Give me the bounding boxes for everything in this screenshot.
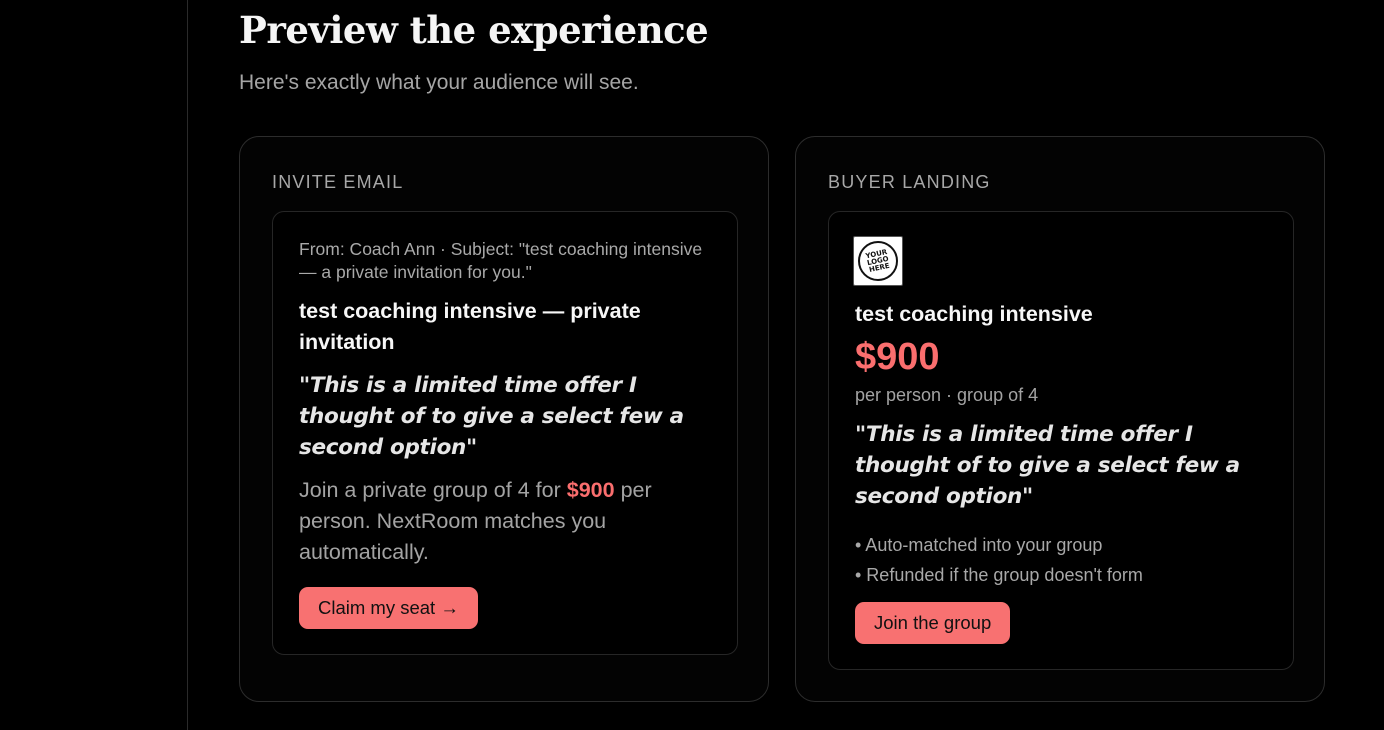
list-item: • Auto-matched into your group — [855, 535, 1103, 555]
buyer-landing-panel: BUYER LANDING YOUR LOGO HERE test coachi… — [795, 136, 1325, 702]
invite-email-heading: INVITE EMAIL — [272, 172, 404, 192]
landing-price-subtext: per person · group of 4 — [855, 385, 1039, 405]
email-body-intro: Join a private group of 4 for — [299, 478, 561, 502]
join-the-group-button[interactable]: Join the group — [855, 602, 1011, 644]
email-body: Join a private group of 4 for $900 per p… — [299, 475, 709, 568]
landing-preview-card: YOUR LOGO HERE test coaching intensive $… — [828, 211, 1294, 670]
logo-placeholder-text: YOUR LOGO HERE — [864, 247, 891, 274]
email-quote: "This is a limited time offer I thought … — [299, 373, 684, 460]
list-item: • Refunded if the group doesn't form — [855, 564, 1143, 585]
email-body-price: $900 — [566, 478, 615, 502]
email-meta: From: Coach Ann · Subject: "test coachin… — [299, 239, 703, 282]
email-preview-card: From: Coach Ann · Subject: "test coachin… — [272, 211, 738, 655]
landing-price: $900 — [855, 336, 940, 378]
claim-my-seat-button[interactable]: Claim my seat → — [299, 587, 478, 629]
invite-email-panel: INVITE EMAIL From: Coach Ann · Subject: … — [239, 136, 769, 702]
sidebar-divider — [187, 0, 188, 730]
landing-benefits-list: • Auto-matched into your group • Refunde… — [855, 531, 1143, 590]
logo-placeholder-icon: YOUR LOGO HERE — [853, 236, 903, 286]
email-title: test coaching intensive — private invita… — [299, 299, 641, 354]
page-title: Preview the experience — [239, 8, 709, 52]
landing-title: test coaching intensive — [855, 302, 1093, 326]
buyer-landing-heading: BUYER LANDING — [828, 172, 991, 192]
page-subtitle: Here's exactly what your audience will s… — [239, 71, 639, 94]
landing-quote: "This is a limited time offer I thought … — [855, 422, 1240, 509]
